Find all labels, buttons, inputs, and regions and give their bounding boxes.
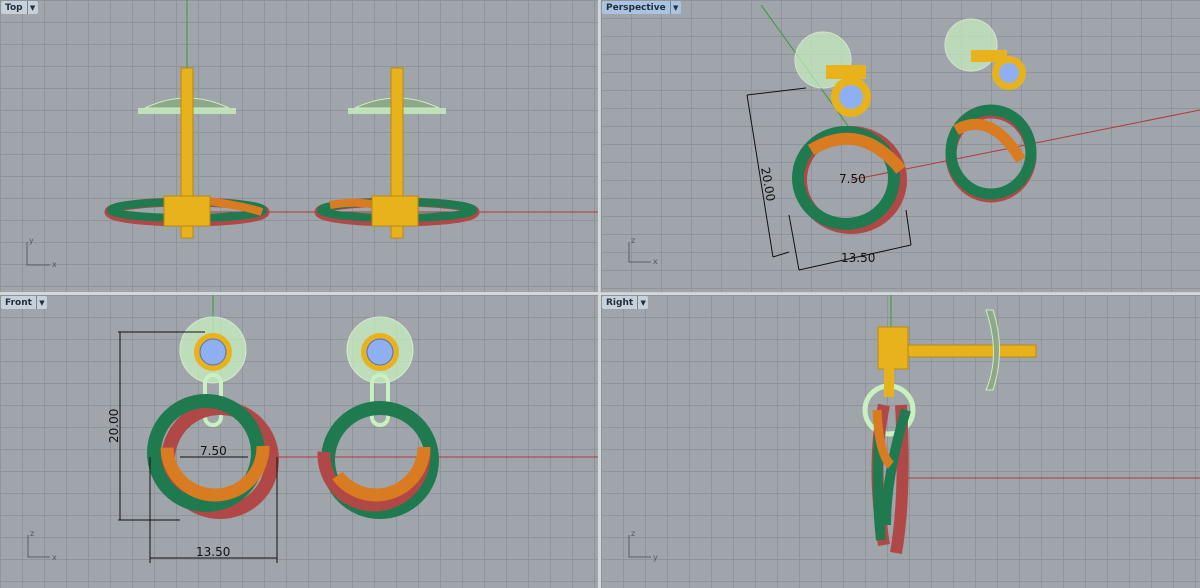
- viewport-front[interactable]: Front ▼ 20.00 7.50 13.50 z x: [0, 295, 598, 588]
- axis-label-x: x: [52, 260, 57, 269]
- dimension-height: 20.00: [107, 409, 121, 443]
- earring-top-right: [314, 67, 480, 239]
- dimension-outer: 13.50: [841, 251, 875, 265]
- earring-top-left: [104, 67, 270, 239]
- viewport-title: Front: [5, 297, 32, 308]
- earring-front-left: [147, 316, 279, 519]
- axis-label-x: x: [52, 553, 57, 562]
- dimension-inner: 7.50: [839, 172, 866, 186]
- axis-label-z: z: [30, 529, 34, 538]
- perspective-view-drawing: 20.00 7.50 13.50 z x: [628, 4, 1200, 271]
- axis-label-y: y: [29, 236, 34, 245]
- axis-label-z: z: [631, 529, 635, 538]
- dropdown-arrow-icon[interactable]: ▼: [35, 296, 47, 309]
- viewport-tab-front[interactable]: Front ▼: [1, 296, 47, 309]
- dropdown-arrow-icon[interactable]: ▼: [26, 1, 38, 14]
- axis-label-y: y: [653, 553, 658, 562]
- dimension-inner: 7.50: [200, 444, 227, 458]
- viewport-title: Perspective: [606, 2, 666, 13]
- right-view-drawing: z y: [628, 295, 1200, 562]
- dimension-height: 20.00: [758, 166, 778, 202]
- viewport-tab-right[interactable]: Right ▼: [602, 296, 649, 309]
- viewport-right[interactable]: Right ▼ z y: [601, 295, 1200, 588]
- dimension-outer: 13.50: [196, 545, 230, 559]
- viewport-perspective[interactable]: Perspective ▼ 20.00 7.50 13.50 z x: [600, 0, 1200, 293]
- dropdown-arrow-icon[interactable]: ▼: [669, 1, 681, 14]
- viewport-tab-perspective[interactable]: Perspective ▼: [602, 1, 681, 14]
- earring-front-right: [317, 316, 439, 519]
- viewport-tab-top[interactable]: Top ▼: [1, 1, 38, 14]
- dropdown-arrow-icon[interactable]: ▼: [637, 296, 648, 309]
- axis-label-x: x: [653, 257, 658, 266]
- viewport-top[interactable]: Top ▼ y x: [0, 0, 598, 292]
- front-view-drawing: 20.00 7.50 13.50 z x: [27, 295, 598, 563]
- viewport-title: Top: [5, 2, 23, 13]
- viewport-title: Right: [606, 297, 634, 308]
- axis-label-z: z: [631, 236, 635, 245]
- top-view-drawing: y x: [26, 0, 598, 269]
